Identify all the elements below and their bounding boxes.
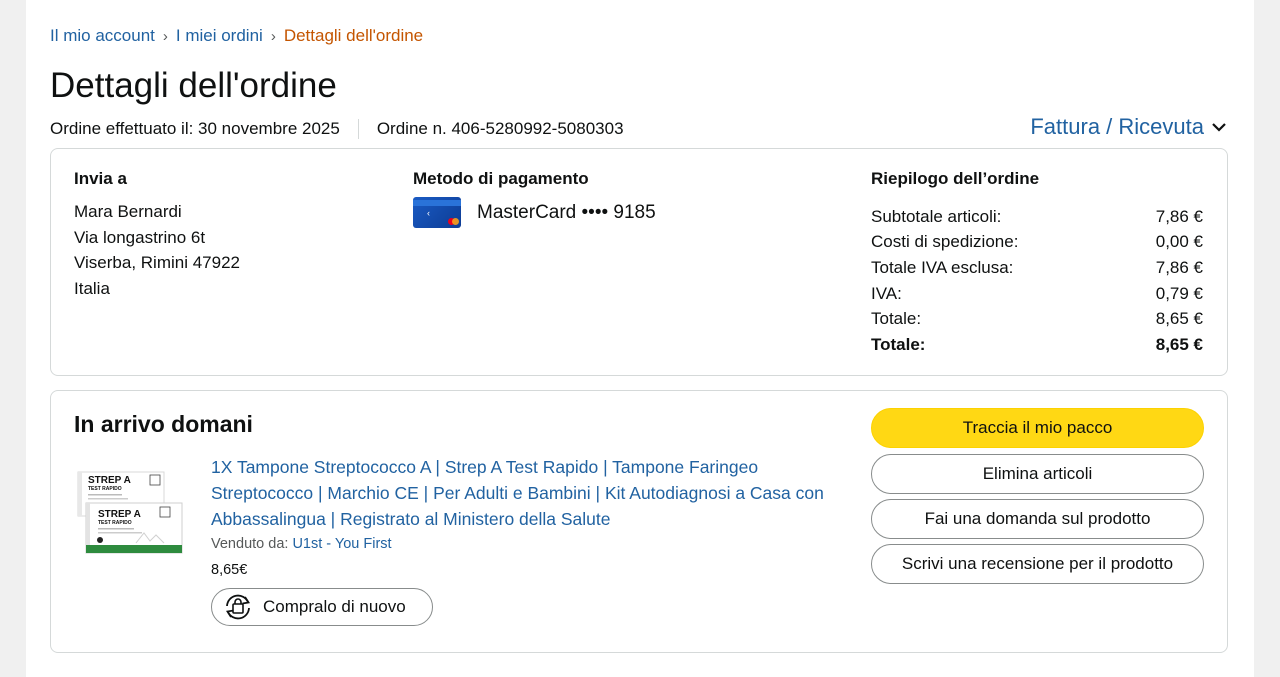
summary-row: Costi di spedizione: 0,00 €: [871, 230, 1203, 256]
write-review-button[interactable]: Scrivi una recensione per il prodotto: [871, 544, 1204, 584]
payment-method: ‹ MasterCard •••• 9185: [413, 197, 656, 228]
product-image[interactable]: STREP A TEST RAPIDO STREP A TEST RAPIDO: [76, 469, 188, 563]
payment-card-text: MasterCard •••• 9185: [477, 201, 656, 223]
page-title: Dettagli dell'ordine: [50, 66, 337, 105]
summary-label: Totale:: [871, 334, 926, 354]
product-image-brand: STREP A: [88, 475, 131, 486]
remove-items-button[interactable]: Elimina articoli: [871, 454, 1204, 494]
delivery-status: In arrivo domani: [74, 411, 253, 437]
ask-product-question-button[interactable]: Fai una domanda sul prodotto: [871, 499, 1204, 539]
summary-value: 0,79 €: [1155, 283, 1203, 303]
summary-value: 7,86 €: [1155, 206, 1203, 226]
invoice-link-label: Fattura / Ricevuta: [1030, 114, 1204, 139]
breadcrumb: Il mio account › I miei ordini › Dettagl…: [50, 26, 423, 46]
product-title-link[interactable]: 1X Tampone Streptococco A | Strep A Test…: [211, 455, 851, 532]
order-details-page: Il mio account › I miei ordini › Dettagl…: [26, 0, 1254, 677]
track-package-button[interactable]: Traccia il mio pacco: [871, 408, 1204, 448]
order-meta: Ordine effettuato il: 30 novembre 2025 O…: [50, 119, 624, 139]
summary-value: 7,86 €: [1155, 257, 1203, 277]
address-line: Via longastrino 6t: [74, 227, 206, 247]
product-image-brand: STREP A: [98, 509, 141, 520]
product-image-sub: TEST RAPIDO: [98, 520, 132, 526]
invoice-receipt-dropdown[interactable]: Fattura / Ricevuta: [1030, 114, 1226, 140]
order-number: Ordine n. 406-5280992-5080303: [376, 119, 624, 138]
ship-to-heading: Invia a: [74, 169, 127, 188]
order-date: Ordine effettuato il: 30 novembre 2025: [50, 119, 340, 138]
seller-link[interactable]: U1st - You First: [292, 536, 391, 552]
summary-row: Subtotale articoli: 7,86 €: [871, 204, 1203, 230]
summary-label: Subtotale articoli:: [871, 206, 1002, 226]
breadcrumb-my-orders-link[interactable]: I miei ordini: [176, 26, 263, 46]
shipping-address: Mara Bernardi Via longastrino 6t Viserba…: [74, 199, 240, 301]
address-line: Viserba, Rimini 47922: [74, 253, 240, 272]
breadcrumb-separator: ›: [270, 27, 276, 45]
breadcrumb-current: Dettagli dell'ordine: [283, 26, 424, 45]
summary-label: Totale IVA esclusa:: [871, 257, 1014, 277]
summary-row: Totale: 8,65 €: [871, 306, 1203, 332]
product-price: 8,65€: [211, 562, 248, 578]
order-summary-card: Invia a Mara Bernardi Via longastrino 6t…: [50, 148, 1228, 376]
summary-label: Costi di spedizione:: [871, 232, 1019, 252]
credit-card-icon: ‹: [413, 197, 461, 228]
summary-value: 8,65 €: [1155, 309, 1203, 329]
address-line: Italia: [74, 278, 110, 298]
buy-again-label: Compralo di nuovo: [263, 597, 406, 616]
buy-again-icon: [222, 592, 254, 622]
summary-value: 8,65 €: [1155, 334, 1203, 354]
meta-divider: [357, 119, 359, 139]
summary-row: Totale IVA esclusa: 7,86 €: [871, 255, 1203, 281]
order-summary-heading: Riepilogo dell’ordine: [871, 169, 1040, 188]
chevron-down-icon: [1212, 122, 1226, 132]
sold-by-label: Venduto da:: [211, 536, 289, 552]
order-summary-table: Subtotale articoli: 7,86 € Costi di sped…: [871, 204, 1203, 358]
product-image-sub: TEST RAPIDO: [88, 486, 122, 492]
shipment-card: In arrivo domani STREP A TEST RAPIDO STR…: [50, 390, 1228, 653]
summary-label: Totale:: [871, 309, 922, 329]
buy-again-button[interactable]: Compralo di nuovo: [211, 588, 433, 626]
summary-row: IVA: 0,79 €: [871, 281, 1203, 307]
address-line: Mara Bernardi: [74, 202, 182, 221]
summary-label: IVA:: [871, 283, 902, 303]
breadcrumb-separator: ›: [162, 27, 168, 45]
summary-grand-total-row: Totale: 8,65 €: [871, 332, 1203, 358]
sold-by: Venduto da: U1st - You First: [211, 536, 392, 552]
breadcrumb-my-account-link[interactable]: Il mio account: [50, 26, 155, 46]
payment-method-heading: Metodo di pagamento: [413, 169, 589, 188]
summary-value: 0,00 €: [1155, 232, 1203, 252]
